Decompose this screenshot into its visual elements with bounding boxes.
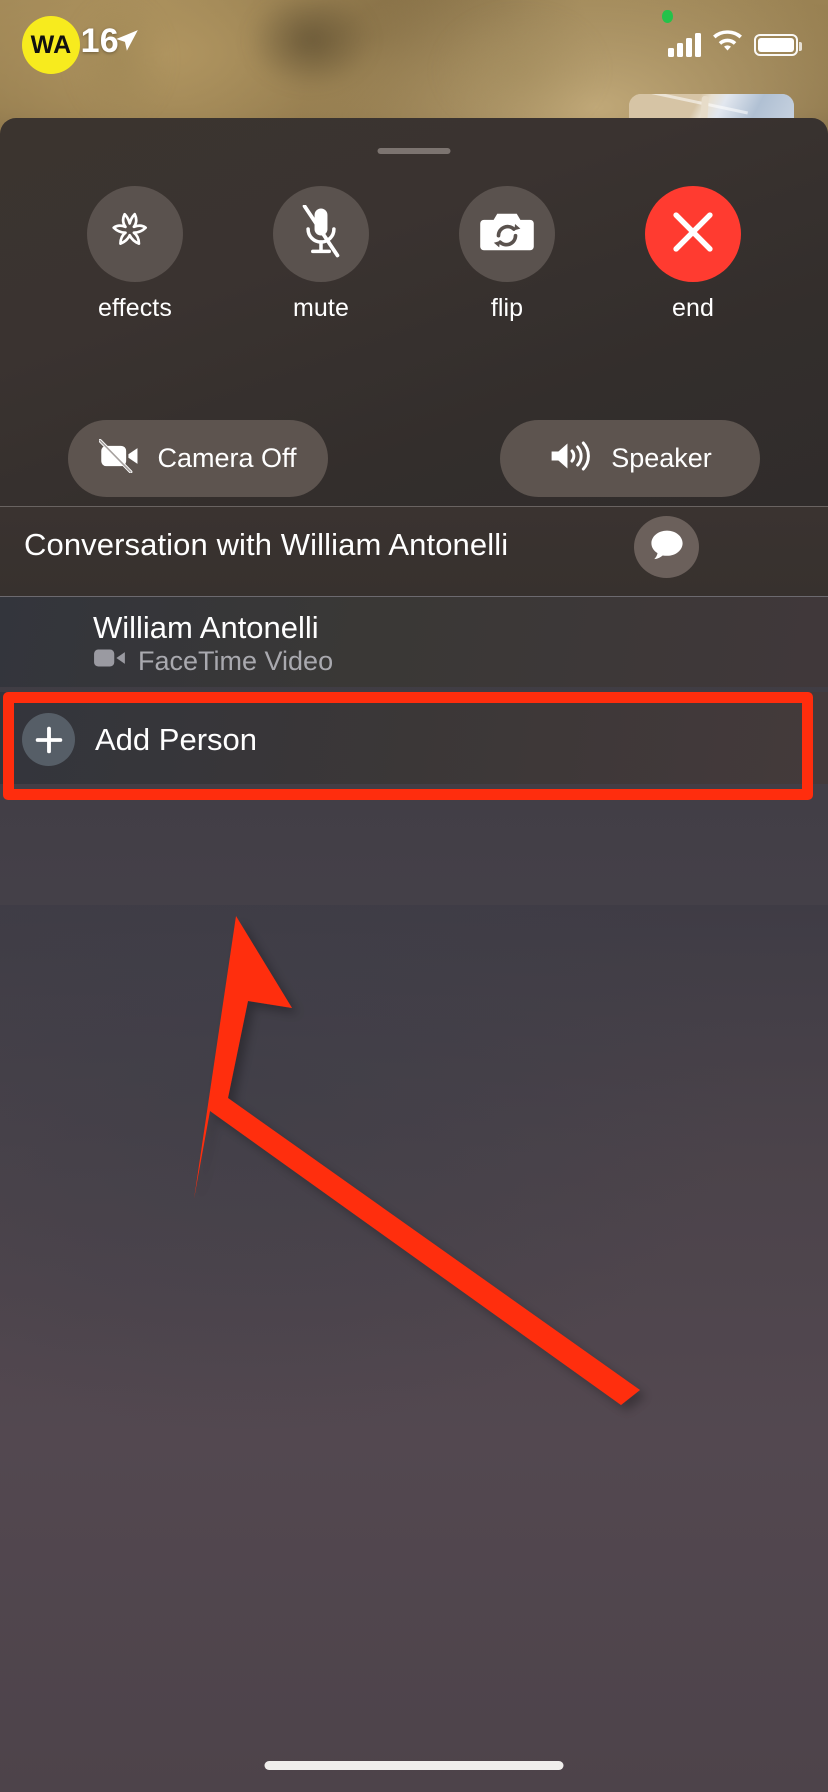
- speaker-button-label: Speaker: [611, 443, 712, 473]
- effects-button-circle[interactable]: [87, 186, 183, 282]
- battery-full-icon: [754, 33, 802, 56]
- signal-bars-icon: [668, 32, 701, 57]
- phone-screen: 5:16 effects mute flip end Camera Off Sp…: [0, 0, 828, 1792]
- location-arrow-icon: [114, 28, 140, 59]
- video-slash-icon: [98, 439, 142, 478]
- mute-button-label: mute: [293, 294, 349, 322]
- mute-button-circle[interactable]: [273, 186, 369, 282]
- message-bubble-button[interactable]: [634, 516, 699, 578]
- home-indicator-bar[interactable]: [264, 1761, 564, 1770]
- flip-button-circle[interactable]: [459, 186, 555, 282]
- conversation-title: Conversation with William Antonelli: [24, 527, 509, 562]
- call-control-buttons: effects mute flip end: [0, 186, 828, 336]
- participant-name: William Antonelli: [93, 610, 319, 645]
- avatar: WA: [22, 16, 80, 74]
- speaker-button[interactable]: Speaker: [500, 420, 760, 497]
- participant-status-label: FaceTime Video: [138, 646, 334, 676]
- plus-icon[interactable]: [22, 713, 75, 766]
- end-call-button[interactable]: end: [644, 186, 742, 323]
- effects-button[interactable]: effects: [86, 186, 184, 323]
- flip-button-label: flip: [490, 294, 524, 322]
- video-camera-icon: [93, 646, 127, 677]
- camera-off-button-label: Camera Off: [157, 443, 297, 473]
- microphone-slash-icon: [296, 203, 346, 264]
- mute-button[interactable]: mute: [272, 186, 370, 323]
- star-effects-icon: [107, 204, 163, 265]
- lower-video-background: [0, 905, 828, 1792]
- status-bar-indicators: [668, 30, 802, 59]
- participant-status: FaceTime Video: [93, 646, 333, 677]
- add-person-label: Add Person: [95, 722, 257, 757]
- call-toggle-buttons: Camera Off Speaker: [0, 420, 828, 497]
- flip-button[interactable]: flip: [458, 186, 556, 323]
- drag-handle[interactable]: [377, 148, 451, 154]
- speaker-waves-icon: [548, 439, 596, 478]
- end-call-button-label: end: [671, 294, 714, 322]
- wifi-icon: [712, 30, 743, 59]
- status-bar: 5:16: [0, 0, 828, 100]
- message-bubble-icon: [649, 528, 685, 567]
- camera-off-button[interactable]: Camera Off: [68, 420, 328, 497]
- close-x-icon: [667, 206, 719, 263]
- end-call-button-circle[interactable]: [645, 186, 741, 282]
- camera-rotate-icon: [479, 208, 535, 261]
- divider-top: [0, 506, 828, 507]
- effects-button-label: effects: [98, 294, 172, 322]
- green-recording-dot: [662, 10, 673, 23]
